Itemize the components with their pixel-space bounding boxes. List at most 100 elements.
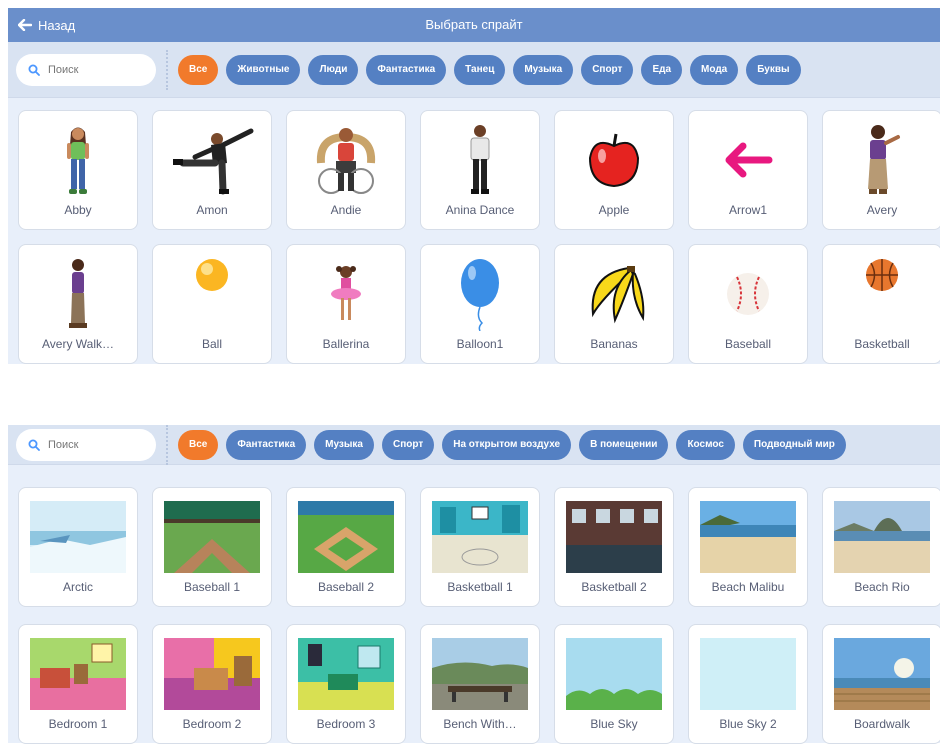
sprite-card-ballerina[interactable]: Ballerina — [286, 244, 406, 364]
backdrop-name: Basketball 2 — [581, 580, 647, 594]
avery-sprite-image — [868, 125, 900, 194]
tag-food[interactable]: Еда — [641, 54, 683, 85]
bedroom-2-backdrop-image — [164, 638, 260, 710]
backdrop-grid: Arctic Baseball 1 Baseball 2 Basketball … — [8, 465, 940, 744]
sprite-card-baseball[interactable]: Baseball — [688, 244, 808, 364]
backdrop-name: Beach Malibu — [711, 580, 785, 594]
search-input[interactable] — [48, 438, 143, 451]
sprite-card-ball[interactable]: Ball — [152, 244, 272, 364]
sprite-card-avery-walking[interactable]: Avery Walk… — [18, 244, 138, 364]
sprite-card-abby[interactable]: Abby — [18, 110, 138, 230]
sprite-name: Bananas — [590, 337, 638, 351]
blue-sky-backdrop-image — [566, 638, 662, 710]
beach-malibu-backdrop-image — [700, 501, 796, 573]
sprite-card-apple[interactable]: Apple — [554, 110, 674, 230]
tag-music[interactable]: Музыка — [314, 429, 374, 460]
page-title: Выбрать спрайт — [425, 17, 523, 32]
backdrop-card-blue-sky-2[interactable]: Blue Sky 2 — [688, 624, 808, 744]
top-bar: Назад Выбрать спрайт — [8, 8, 940, 42]
tag-outdoors[interactable]: На открытом воздухе — [442, 429, 572, 460]
backdrop-card-boardwalk[interactable]: Boardwalk — [822, 624, 940, 744]
baseball-1-backdrop-image — [164, 501, 260, 573]
backdrop-card-arctic[interactable]: Arctic — [18, 487, 138, 607]
backdrop-card-baseball-2[interactable]: Baseball 2 — [286, 487, 406, 607]
apple-sprite-image — [588, 133, 640, 188]
backdrop-name: Blue Sky — [590, 717, 638, 731]
sprite-card-avery[interactable]: Avery — [822, 110, 940, 230]
backdrop-name: Baseball 1 — [183, 580, 241, 594]
bench-with-view-backdrop-image — [432, 638, 528, 710]
sprite-card-basketball[interactable]: Basketball — [822, 244, 940, 364]
backdrop-card-basketball-1[interactable]: Basketball 1 — [420, 487, 540, 607]
basketball-2-backdrop-image — [566, 501, 662, 573]
amon-sprite-image — [173, 128, 254, 195]
sprite-name: Avery Walk… — [41, 337, 114, 351]
tag-underwater[interactable]: Подводный мир — [742, 429, 846, 460]
backdrop-card-baseball-1[interactable]: Baseball 1 — [152, 487, 272, 607]
tag-all[interactable]: Все — [178, 54, 219, 85]
tag-letters[interactable]: Буквы — [746, 54, 801, 85]
arrow-sprite-image — [725, 142, 773, 178]
backdrop-name: Bedroom 3 — [316, 717, 376, 731]
search-box[interactable] — [16, 53, 156, 86]
backdrop-card-beach-malibu[interactable]: Beach Malibu — [688, 487, 808, 607]
boardwalk-backdrop-image — [834, 638, 930, 710]
sprite-library-panel: Назад Выбрать спрайт Все Животные Люди Ф… — [8, 8, 940, 364]
sprite-name: Avery — [866, 203, 898, 217]
sprite-name: Balloon1 — [456, 337, 504, 351]
sprite-name: Apple — [598, 203, 630, 217]
sprite-card-bananas[interactable]: Bananas — [554, 244, 674, 364]
sprite-card-anina-dance[interactable]: Anina Dance — [420, 110, 540, 230]
search-input[interactable] — [48, 63, 143, 76]
tag-dance[interactable]: Танец — [454, 54, 506, 85]
bedroom-1-backdrop-image — [30, 638, 126, 710]
tag-indoors[interactable]: В помещении — [579, 429, 669, 460]
backdrop-name: Bedroom 2 — [182, 717, 242, 731]
backdrop-card-basketball-2[interactable]: Basketball 2 — [554, 487, 674, 607]
sprite-name: Ballerina — [322, 337, 370, 351]
tag-animals[interactable]: Животные — [226, 54, 301, 85]
sprite-grid: Abby Amon Andie Anina Dance Apple Arrow1… — [8, 98, 940, 364]
search-icon — [28, 64, 40, 76]
sprite-card-amon[interactable]: Amon — [152, 110, 272, 230]
backdrop-card-beach-rio[interactable]: Beach Rio — [822, 487, 940, 607]
tag-all[interactable]: Все — [178, 429, 219, 460]
bananas-sprite-image — [591, 266, 645, 324]
tag-fantasy[interactable]: Фантастика — [226, 429, 307, 460]
backdrop-name: Beach Rio — [854, 580, 910, 594]
beach-rio-backdrop-image — [834, 501, 930, 573]
tag-fashion[interactable]: Мода — [690, 54, 739, 85]
tag-sports[interactable]: Спорт — [381, 429, 435, 460]
sprite-name: Baseball — [724, 337, 772, 351]
tag-sports[interactable]: Спорт — [581, 54, 634, 85]
tag-people[interactable]: Люди — [308, 54, 359, 85]
sprite-card-balloon1[interactable]: Balloon1 — [420, 244, 540, 364]
balloon-sprite-image — [461, 259, 499, 331]
backdrop-name: Baseball 2 — [317, 580, 375, 594]
andie-sprite-image — [316, 128, 376, 194]
sprite-name: Arrow1 — [728, 203, 767, 217]
backdrop-card-bedroom-1[interactable]: Bedroom 1 — [18, 624, 138, 744]
baseball-sprite-image — [727, 273, 769, 315]
sprite-card-arrow1[interactable]: Arrow1 — [688, 110, 808, 230]
sprite-name: Amon — [196, 203, 228, 217]
sprite-name: Basketball — [854, 337, 910, 351]
tag-space[interactable]: Космос — [676, 429, 735, 460]
search-icon — [28, 439, 40, 451]
bedroom-3-backdrop-image — [298, 638, 394, 710]
avery-walking-sprite-image — [69, 259, 87, 328]
tag-music[interactable]: Музыка — [513, 54, 574, 85]
backdrop-card-bench-with-view[interactable]: Bench With… — [420, 624, 540, 744]
backdrop-card-bedroom-3[interactable]: Bedroom 3 — [286, 624, 406, 744]
divider — [166, 49, 168, 90]
backdrop-name: Boardwalk — [853, 717, 911, 731]
backdrop-name: Arctic — [63, 580, 93, 594]
search-box[interactable] — [16, 428, 156, 461]
back-button[interactable]: Назад — [18, 8, 75, 42]
backdrop-name: Bedroom 1 — [48, 717, 108, 731]
tag-fantasy[interactable]: Фантастика — [366, 54, 447, 85]
ball-sprite-image — [196, 259, 228, 291]
backdrop-card-blue-sky[interactable]: Blue Sky — [554, 624, 674, 744]
backdrop-card-bedroom-2[interactable]: Bedroom 2 — [152, 624, 272, 744]
sprite-card-andie[interactable]: Andie — [286, 110, 406, 230]
